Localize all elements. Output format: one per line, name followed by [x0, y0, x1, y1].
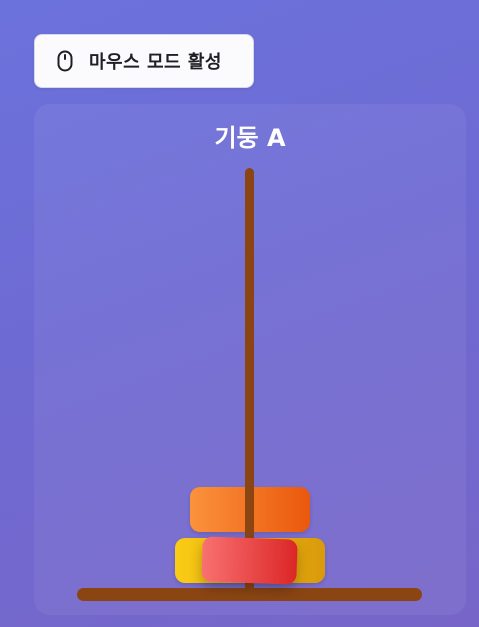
- tower-a[interactable]: 기둥 A: [34, 104, 466, 615]
- tower-pole: [245, 168, 254, 594]
- mouse-mode-button[interactable]: 마우스 모드 활성: [34, 34, 254, 88]
- mouse-mode-label: 마우스 모드 활성: [89, 52, 222, 73]
- mouse-icon: [55, 49, 75, 73]
- disk-red-dragging[interactable]: [201, 536, 298, 585]
- tower-title: 기둥 A: [214, 124, 286, 152]
- tower-base: [77, 588, 422, 601]
